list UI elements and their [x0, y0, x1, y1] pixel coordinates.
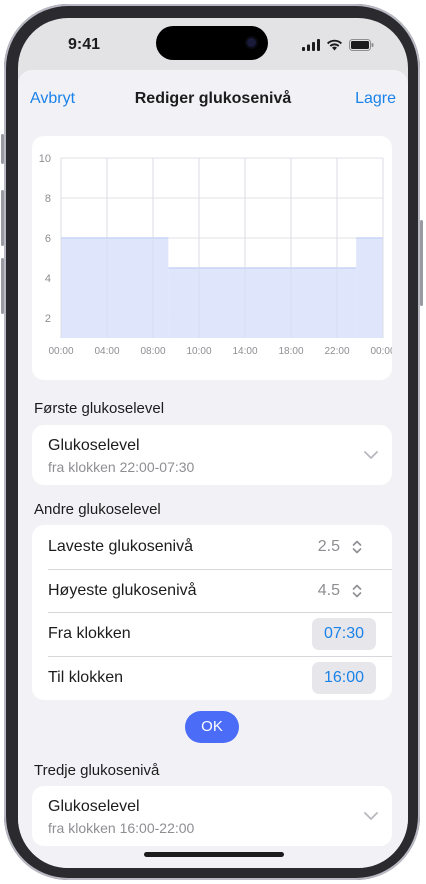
home-indicator	[144, 852, 284, 857]
lowest-level-row[interactable]: Laveste glukosenivå 2.5	[32, 525, 392, 569]
second-section-title: Andre glukoselevel	[34, 501, 161, 518]
lowest-level-label: Laveste glukosenivå	[48, 538, 193, 555]
first-level-card[interactable]: Glukoselevel fra klokken 22:00-07:30	[32, 425, 392, 485]
lowest-level-value: 2.5	[317, 538, 340, 555]
save-button[interactable]: Lagre	[355, 90, 396, 108]
second-level-card: Laveste glukosenivå 2.5 Høyeste glukosen…	[32, 525, 392, 700]
y-tick-label: 2	[45, 313, 51, 325]
volume-down-button	[1, 258, 4, 314]
battery-icon	[349, 39, 374, 51]
chevron-down-icon	[364, 812, 378, 820]
to-time-label: Til klokken	[48, 669, 123, 686]
glucose-chart-card: 2 4 6 8 10 00:00 04:00 08:00 10:00 14:00 18:00 22:0…	[32, 136, 396, 380]
volume-up-button	[1, 190, 4, 246]
status-bar: 9:41	[18, 18, 408, 72]
first-level-subtitle: fra klokken 22:00-07:30	[48, 459, 195, 475]
from-time-picker[interactable]: 07:30	[312, 618, 376, 650]
power-button	[420, 220, 423, 306]
side-button	[1, 134, 4, 164]
dynamic-island	[156, 26, 268, 60]
third-level-subtitle: fra klokken 16:00-22:00	[48, 820, 195, 836]
screen: 9:41 Avbryt Rediger glukosenivå Lagre 2 …	[18, 18, 408, 868]
stepper-icon[interactable]	[352, 539, 362, 555]
to-time-picker[interactable]: 16:00	[312, 662, 376, 694]
to-time-row: Til klokken 16:00	[32, 656, 392, 700]
y-tick-label: 4	[45, 273, 51, 285]
x-tick-label: 00:00	[48, 346, 73, 357]
camera-icon	[247, 38, 256, 47]
x-tick-label: 22:00	[324, 346, 349, 357]
status-icons	[302, 39, 374, 51]
x-tick-label: 18:00	[278, 346, 303, 357]
stepper-icon[interactable]	[352, 583, 362, 599]
x-tick-label: 10:00	[186, 346, 211, 357]
area-segment	[168, 268, 357, 338]
y-tick-label: 8	[45, 193, 51, 205]
third-level-title: Glukoselevel	[48, 798, 140, 815]
first-section-title: Første glukoselevel	[34, 400, 165, 417]
wifi-icon	[327, 39, 342, 51]
x-tick-label: 04:00	[94, 346, 119, 357]
y-tick-label: 6	[45, 233, 51, 245]
highest-level-row[interactable]: Høyeste glukosenivå 4.5	[32, 569, 392, 613]
from-time-row: Fra klokken 07:30	[32, 612, 392, 656]
edit-sheet: Avbryt Rediger glukosenivå Lagre 2 4 6 8 10 0…	[18, 70, 408, 868]
x-tick-label: 08:00	[140, 346, 165, 357]
x-tick-label: 14:00	[232, 346, 257, 357]
nav-bar: Avbryt Rediger glukosenivå Lagre	[18, 70, 408, 126]
highest-level-value: 4.5	[317, 582, 340, 599]
third-level-card[interactable]: Glukoselevel fra klokken 16:00-22:00	[32, 786, 392, 846]
third-section-title: Tredje glukosenivå	[34, 762, 160, 779]
highest-level-label: Høyeste glukosenivå	[48, 582, 197, 599]
status-time: 9:41	[68, 36, 101, 53]
chevron-down-icon	[364, 451, 378, 459]
ok-button[interactable]: OK	[185, 711, 239, 743]
y-tick-label: 10	[39, 153, 51, 165]
cellular-signal-icon	[302, 39, 320, 51]
glucose-chart: 2 4 6 8 10 00:00 04:00 08:00 10:00 14:00 18:00 22:0…	[39, 153, 396, 357]
from-time-label: Fra klokken	[48, 625, 131, 642]
area-segment	[356, 238, 383, 338]
page-title: Rediger glukosenivå	[134, 90, 292, 107]
x-tick-label: 00:00	[370, 346, 392, 357]
area-segment	[61, 238, 169, 338]
first-level-title: Glukoselevel	[48, 437, 140, 454]
